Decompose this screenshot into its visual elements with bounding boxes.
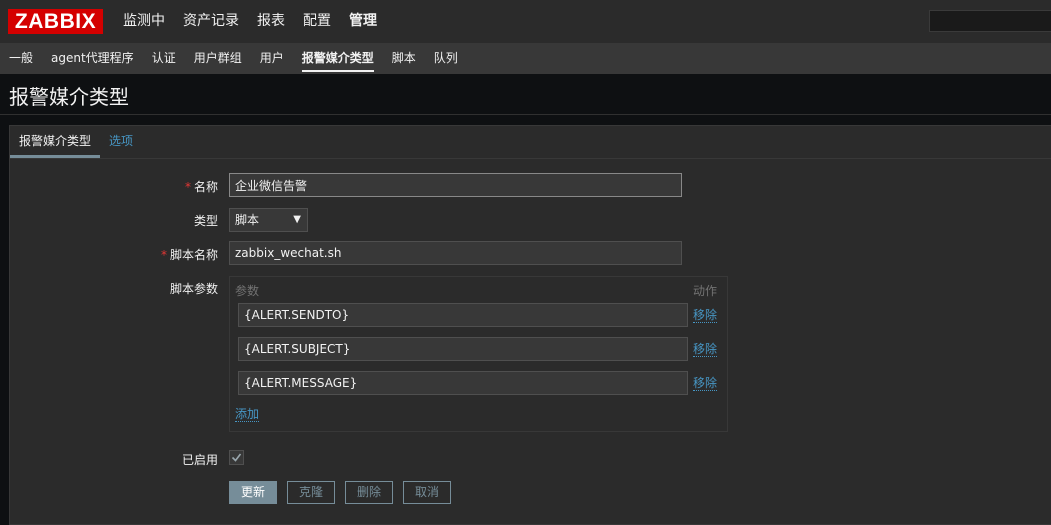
- submenu-media-types[interactable]: 报警媒介类型: [293, 43, 383, 74]
- search-input[interactable]: [929, 10, 1051, 32]
- name-label-text: 名称: [193, 180, 218, 194]
- add-param-link[interactable]: 添加: [235, 407, 260, 422]
- submenu-proxies[interactable]: agent代理程序: [42, 43, 143, 74]
- name-input[interactable]: [229, 173, 682, 197]
- clone-button[interactable]: 克隆: [287, 481, 335, 504]
- page-title: 报警媒介类型: [9, 85, 129, 109]
- type-select[interactable]: 脚本 ▼: [229, 208, 308, 232]
- remove-param-link[interactable]: 移除: [693, 342, 718, 357]
- submenu-users[interactable]: 用户: [251, 43, 293, 74]
- title-divider: [0, 114, 1051, 115]
- enabled-label: 已启用: [181, 453, 218, 467]
- checkmark-icon: [231, 453, 242, 462]
- script-params-label: 脚本参数: [169, 282, 218, 296]
- remove-param-link[interactable]: 移除: [693, 376, 718, 391]
- submenu-scripts[interactable]: 脚本: [383, 43, 425, 74]
- cancel-button[interactable]: 取消: [403, 481, 451, 504]
- submenu-general[interactable]: 一般: [0, 43, 42, 74]
- zabbix-logo[interactable]: ZABBIX: [8, 9, 103, 34]
- submenu-user-groups[interactable]: 用户群组: [185, 43, 251, 74]
- script-name-input[interactable]: [229, 241, 682, 265]
- main-menu: 监测中 资产记录 报表 配置 管理: [114, 0, 386, 43]
- name-label: * 名称: [58, 178, 218, 195]
- submenu-queue[interactable]: 队列: [425, 43, 467, 74]
- form-container: 报警媒介类型 选项 *名称 类型 脚本 ▼ *脚本名称 脚本参数 参数 动作 移…: [9, 125, 1051, 525]
- required-mark: *: [184, 180, 191, 194]
- menu-administration[interactable]: 管理: [340, 0, 386, 43]
- update-button[interactable]: 更新: [229, 481, 277, 504]
- tab-options[interactable]: 选项: [100, 126, 142, 157]
- type-select-value: 脚本: [235, 213, 260, 227]
- script-name-label: * 脚本名称: [58, 246, 218, 263]
- chevron-down-icon: ▼: [293, 214, 301, 225]
- script-params-table: 参数 动作 移除 移除 移除 添加: [229, 276, 728, 432]
- enabled-checkbox[interactable]: [229, 450, 244, 465]
- sub-menu: 一般 agent代理程序 认证 用户群组 用户 报警媒介类型 脚本 队列: [0, 43, 1051, 74]
- menu-reports[interactable]: 报表: [248, 0, 294, 43]
- params-column-action: 动作: [693, 284, 718, 298]
- required-mark: *: [160, 248, 167, 262]
- menu-inventory[interactable]: 资产记录: [174, 0, 248, 43]
- param-input[interactable]: [238, 337, 688, 361]
- form-tabs: 报警媒介类型 选项: [10, 126, 1051, 159]
- params-column-param: 参数: [235, 284, 260, 298]
- tab-media-type[interactable]: 报警媒介类型: [10, 126, 101, 158]
- delete-button[interactable]: 删除: [345, 481, 393, 504]
- menu-configuration[interactable]: 配置: [294, 0, 340, 43]
- top-header: ZABBIX 监测中 资产记录 报表 配置 管理: [0, 0, 1051, 43]
- script-name-label-text: 脚本名称: [169, 248, 218, 262]
- remove-param-link[interactable]: 移除: [693, 308, 718, 323]
- param-input[interactable]: [238, 303, 688, 327]
- param-input[interactable]: [238, 371, 688, 395]
- type-label: 类型: [193, 214, 218, 228]
- menu-monitoring[interactable]: 监测中: [114, 0, 174, 43]
- submenu-authentication[interactable]: 认证: [143, 43, 185, 74]
